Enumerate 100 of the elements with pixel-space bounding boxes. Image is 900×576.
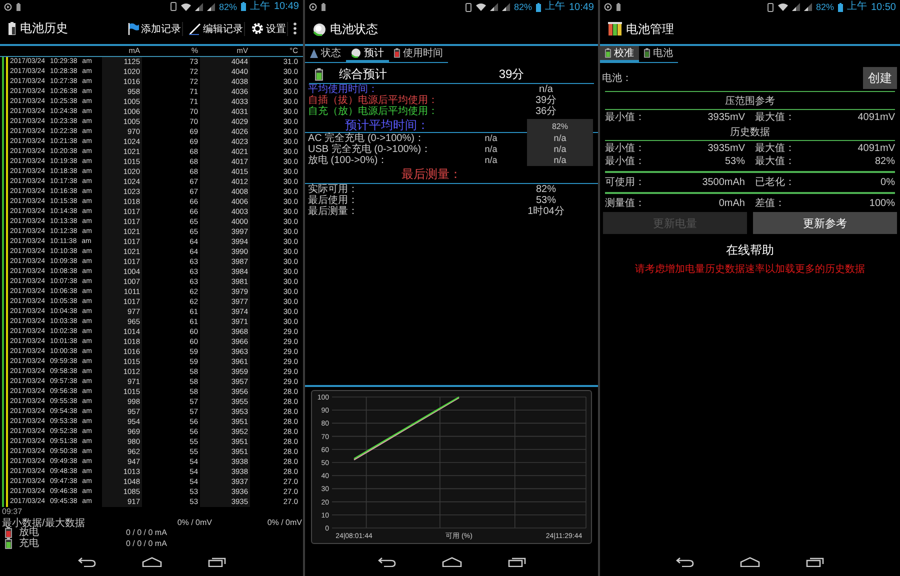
tab[interactable]: 状态 [305,46,346,62]
tab[interactable]: 使用时间 [389,46,448,62]
row-marker [0,476,10,487]
table-cell-text: n/a [484,144,498,155]
minmax-value: 0% / 0mV [176,518,212,528]
action-button[interactable]: 设置 [250,22,288,36]
tab[interactable]: 校准 [600,46,639,62]
back-icon[interactable] [378,557,396,567]
signal-icon [206,2,215,11]
row-marker [0,256,10,267]
row-marker [0,396,10,407]
globe-icon [351,48,361,58]
value-text: 53% [724,155,745,168]
average-value: n/a [538,84,554,95]
value-label: 最大值： [754,155,796,168]
action-button[interactable]: 添加记录 [127,22,183,36]
tab[interactable]: 预计 [346,46,389,62]
value-text: 3935mV [706,142,745,155]
recent-apps-icon[interactable] [806,557,824,567]
row-marker [0,366,10,377]
row-marker [0,356,10,367]
screen-title: 电池管理 [626,20,674,38]
battery-percent: 82% [514,2,532,12]
summary-value: 39分 [498,66,526,82]
row-marker [0,246,10,257]
overflow-menu-icon[interactable] [293,22,297,36]
value-label: 测量值： [605,197,646,210]
row-label: 最后使用： [308,195,359,206]
battery-icon [240,2,246,12]
table-cell: n/a [527,133,593,144]
help-title: 在线帮助 [725,242,775,259]
back-icon[interactable] [676,557,694,567]
battery-icon [16,2,21,11]
battery-icon [838,2,843,12]
value-label: 最大值： [754,111,796,124]
row-marker [0,296,10,307]
phone-icon [766,2,774,12]
battery-percent: 82% [816,2,834,12]
app-icon [608,22,622,36]
action-button[interactable]: 编辑记录 [188,22,245,36]
value-text: 4091mV [856,111,895,124]
back-icon[interactable] [78,557,96,568]
tab[interactable]: 电池 [639,46,678,62]
home-icon[interactable] [740,557,760,567]
section-heading: 预计平均时间： [344,117,430,132]
row-marker [0,436,10,447]
signal-icon [194,2,203,11]
legend-label: 充电 [19,536,40,550]
value-text: 0% [880,176,895,189]
time-period: 上午 [250,0,270,13]
row-label: 实际可用： [308,184,359,195]
battery-icon [321,3,326,11]
row-marker [0,216,10,227]
create-button[interactable]: 创建 [863,67,897,89]
row-marker [0,126,10,137]
row-marker [0,346,10,357]
wifi-icon [476,3,486,11]
row-marker [0,186,10,197]
row-marker [0,76,10,87]
field-label: 电池： [602,72,632,85]
battery-icon [644,48,650,58]
average-label: 自插（拔）电源后平均使用： [308,95,439,106]
wifi-icon [180,2,191,11]
recent-apps-icon[interactable] [208,557,226,568]
recent-apps-icon[interactable] [508,557,526,567]
clock-time: 10:50 [870,2,896,12]
row-marker [0,56,10,67]
row-marker [0,86,10,97]
row-marker [0,236,10,247]
row-marker [0,66,10,77]
row-marker [0,196,10,207]
home-icon[interactable] [442,557,462,567]
row-marker [0,386,10,397]
row-marker [0,146,10,157]
signal-icon [502,3,510,11]
row-marker [0,326,10,337]
row-value: 82% [534,184,557,195]
notification-icon [4,2,12,11]
pen-icon [189,22,201,35]
minmax-label: 最小数据/最大数据 [2,516,86,529]
value-text: 0mAh [718,197,745,210]
value-label: 最小值： [605,111,646,124]
value-label: 已老化： [754,176,796,189]
value-label: 最大值： [754,142,796,155]
value-label: 差值： [754,197,786,210]
row-marker [0,496,10,507]
battery-icon [536,2,541,12]
value-text: 3935mV [706,111,745,124]
signal-icon [804,3,812,11]
legend-label: 放电 [19,526,39,538]
battery-icon [605,48,611,58]
row-marker [0,136,10,147]
home-icon[interactable] [142,557,162,568]
battery-icon [315,68,323,80]
row-marker [0,96,10,107]
action-button[interactable]: 更新参考 [753,212,897,234]
row-marker [0,306,10,317]
time-label: 09:37 [1,506,24,516]
settings-icon [251,22,264,36]
row-marker [0,106,10,117]
